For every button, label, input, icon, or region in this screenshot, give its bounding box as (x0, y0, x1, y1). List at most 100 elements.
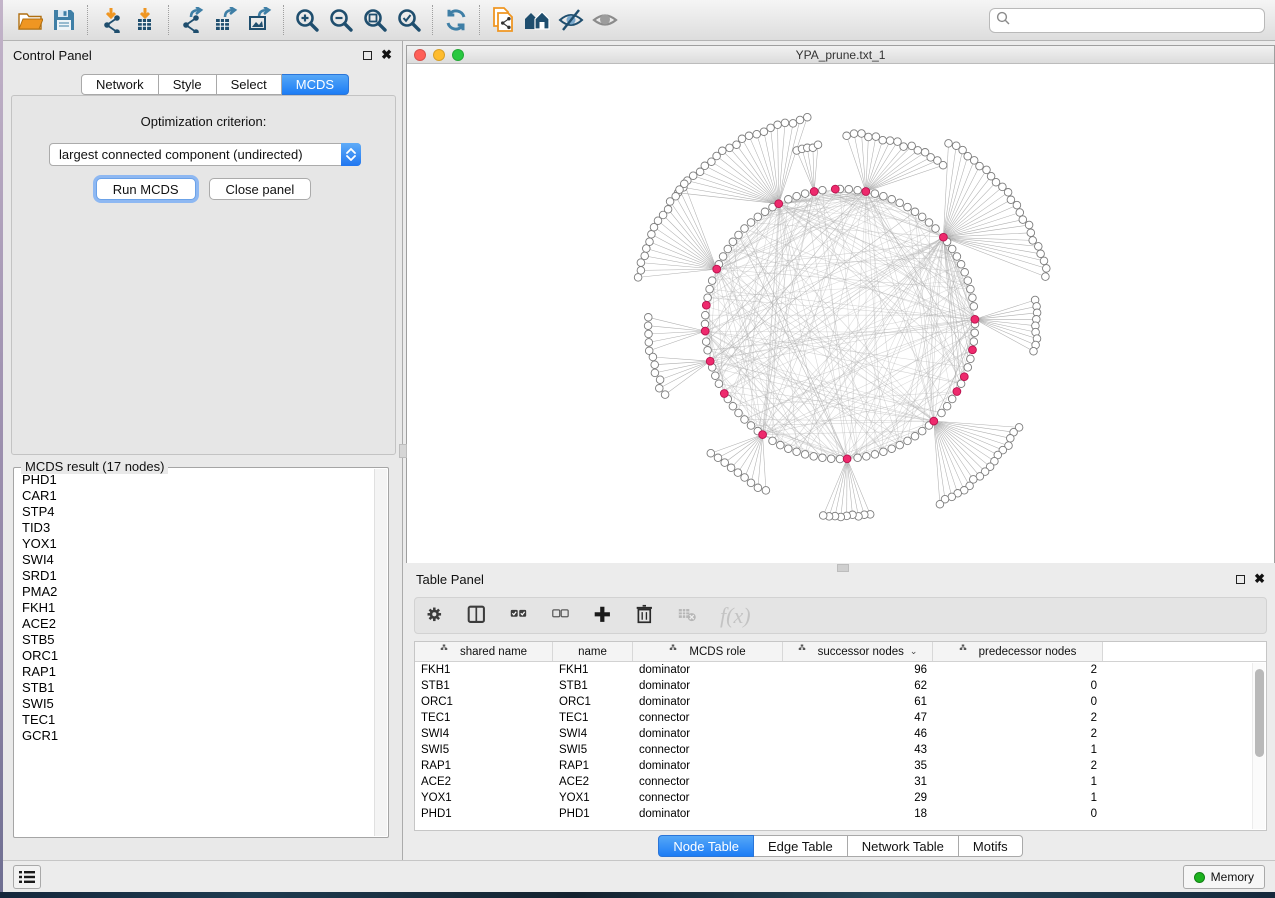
column-header-name[interactable]: name (553, 642, 633, 661)
export-table-icon[interactable] (209, 5, 243, 35)
select-all-checkbox-icon[interactable] (509, 606, 531, 626)
close-panel-button[interactable]: Close panel (209, 178, 312, 200)
table-scrollbar-thumb[interactable] (1255, 669, 1264, 757)
column-header-successor-nodes[interactable]: successor nodes⌄ (783, 642, 933, 661)
tab-motifs[interactable]: Motifs (959, 835, 1023, 857)
column-header-filler (1103, 642, 1266, 661)
table-cell: 31 (783, 776, 933, 788)
tab-edge-table[interactable]: Edge Table (754, 835, 848, 857)
table-row[interactable]: PHD1PHD1dominator180 (415, 806, 1266, 822)
table-tabs: Node TableEdge TableNetwork TableMotifs (406, 835, 1275, 857)
mcds-result-group: MCDS result (17 nodes) PHD1CAR1STP4TID3Y… (13, 467, 389, 838)
table-row[interactable]: TEC1TEC1connector472 (415, 710, 1266, 726)
toolbar-separator (283, 5, 284, 35)
control-panel: Control Panel ✖ NetworkStyleSelectMCDS O… (3, 41, 403, 860)
mcds-result-item[interactable]: STB1 (22, 680, 388, 696)
table-cell: connector (633, 712, 783, 724)
open-file-icon[interactable] (13, 5, 47, 35)
mcds-result-item[interactable]: SRD1 (22, 568, 388, 584)
delete-column-icon[interactable] (635, 604, 657, 627)
table-row[interactable]: YOX1YOX1connector291 (415, 790, 1266, 806)
mcds-result-list[interactable]: PHD1CAR1STP4TID3YOX1SWI4SRD1PMA2FKH1ACE2… (13, 467, 389, 838)
mcds-result-item[interactable]: GCR1 (22, 728, 388, 744)
run-mcds-button[interactable]: Run MCDS (96, 178, 196, 200)
column-layout-icon[interactable] (467, 605, 489, 627)
close-panel-icon[interactable]: ✖ (381, 50, 392, 60)
table-header-row: shared namenameMCDS rolesuccessor nodes⌄… (415, 642, 1266, 662)
export-network-icon[interactable] (175, 5, 209, 35)
table-row[interactable]: SWI4SWI4dominator462 (415, 726, 1266, 742)
node-table[interactable]: shared namenameMCDS rolesuccessor nodes⌄… (414, 641, 1267, 831)
tab-node-table[interactable]: Node Table (658, 835, 754, 857)
criterion-value: largest connected component (undirected) (50, 147, 341, 162)
zoom-out-icon[interactable] (324, 5, 358, 35)
tab-network-table[interactable]: Network Table (848, 835, 959, 857)
table-row[interactable]: SWI5SWI5connector431 (415, 742, 1266, 758)
zoom-in-icon[interactable] (290, 5, 324, 35)
mcds-result-item[interactable]: FKH1 (22, 600, 388, 616)
mcds-result-item[interactable]: SWI5 (22, 696, 388, 712)
refresh-icon[interactable] (439, 5, 473, 35)
mcds-result-item[interactable]: STP4 (22, 504, 388, 520)
table-row[interactable]: FKH1FKH1dominator962 (415, 662, 1266, 678)
mcds-result-item[interactable]: CAR1 (22, 488, 388, 504)
mcds-result-item[interactable]: ORC1 (22, 648, 388, 664)
result-scrollbar[interactable] (374, 469, 387, 836)
memory-button[interactable]: Memory (1183, 865, 1265, 889)
search-icon (996, 11, 1010, 30)
mcds-result-item[interactable]: TEC1 (22, 712, 388, 728)
tab-select[interactable]: Select (217, 74, 282, 95)
criterion-dropdown[interactable]: largest connected component (undirected) (49, 143, 361, 166)
tab-mcds[interactable]: MCDS (282, 74, 349, 95)
horizontal-splitter-grip[interactable] (837, 564, 849, 572)
network-canvas[interactable] (407, 64, 1274, 562)
network-titlebar[interactable]: YPA_prune.txt_1 (407, 46, 1274, 64)
float-table-panel-icon[interactable] (1236, 575, 1245, 584)
gear-icon[interactable] (425, 605, 447, 627)
save-session-icon[interactable] (47, 5, 81, 35)
close-table-panel-icon[interactable]: ✖ (1254, 574, 1265, 584)
tab-style[interactable]: Style (159, 74, 217, 95)
tab-network[interactable]: Network (81, 74, 159, 95)
table-cell: 2 (933, 760, 1103, 772)
memory-status-icon (1194, 872, 1205, 883)
table-cell: dominator (633, 664, 783, 676)
mcds-result-item[interactable]: YOX1 (22, 536, 388, 552)
mcds-result-item[interactable]: RAP1 (22, 664, 388, 680)
mcds-result-item[interactable]: SWI4 (22, 552, 388, 568)
hide-selected-eye-icon[interactable] (554, 5, 588, 35)
sort-indicator-icon: ⌄ (910, 646, 918, 657)
task-history-button[interactable] (13, 865, 41, 889)
show-all-eye-icon[interactable] (588, 5, 622, 35)
table-cell: SWI5 (553, 744, 633, 756)
mcds-result-item[interactable]: PHD1 (22, 472, 388, 488)
float-panel-icon[interactable] (363, 51, 372, 60)
search-box[interactable] (989, 8, 1265, 33)
table-row[interactable]: STB1STB1dominator620 (415, 678, 1266, 694)
import-network-icon[interactable] (94, 5, 128, 35)
add-column-icon[interactable] (593, 605, 615, 627)
deselect-all-checkbox-icon[interactable] (551, 606, 573, 626)
table-row[interactable]: RAP1RAP1dominator352 (415, 758, 1266, 774)
mcds-result-item[interactable]: STB5 (22, 632, 388, 648)
table-row[interactable]: ORC1ORC1dominator610 (415, 694, 1266, 710)
table-cell: dominator (633, 680, 783, 692)
export-image-icon[interactable] (243, 5, 277, 35)
zoom-selected-icon[interactable] (392, 5, 426, 35)
column-header-MCDS-role[interactable]: MCDS role (633, 642, 783, 661)
table-scrollbar[interactable] (1252, 663, 1265, 829)
vertical-splitter-grip[interactable] (399, 444, 407, 458)
mcds-result-item[interactable]: ACE2 (22, 616, 388, 632)
zoom-fit-icon[interactable] (358, 5, 392, 35)
mcds-result-item[interactable]: TID3 (22, 520, 388, 536)
table-row[interactable]: ACE2ACE2connector311 (415, 774, 1266, 790)
table-panel-title: Table Panel (416, 572, 484, 587)
column-header-shared-name[interactable]: shared name (415, 642, 553, 661)
column-header-predecessor-nodes[interactable]: predecessor nodes (933, 642, 1103, 661)
clone-network-icon[interactable] (486, 5, 520, 35)
table-cell: dominator (633, 808, 783, 820)
import-table-icon[interactable] (128, 5, 162, 35)
mcds-result-item[interactable]: PMA2 (22, 584, 388, 600)
double-house-icon[interactable] (520, 5, 554, 35)
search-input[interactable] (1010, 13, 1258, 27)
